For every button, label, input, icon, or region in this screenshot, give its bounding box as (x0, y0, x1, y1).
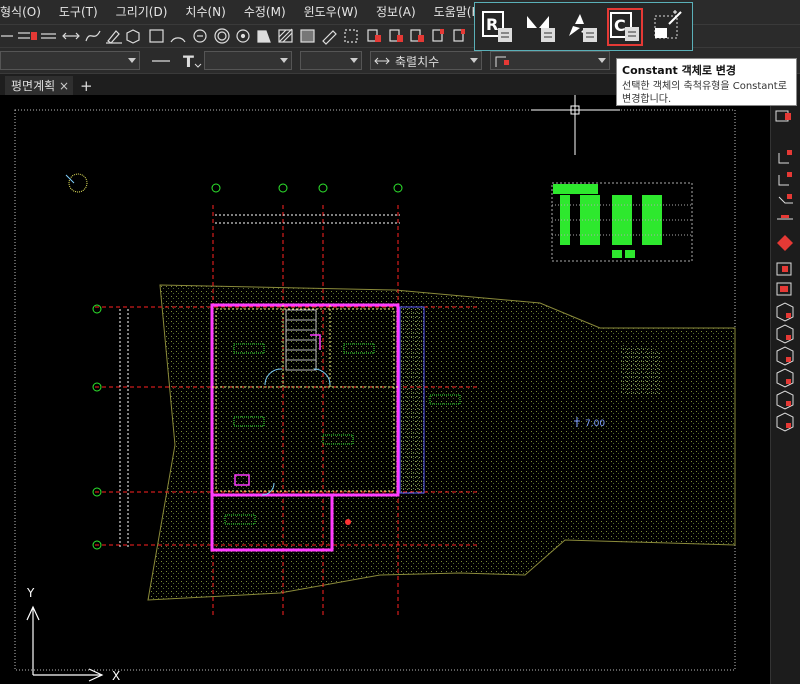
change-to-relative-icon[interactable]: R (480, 8, 516, 46)
change-to-mirror-icon[interactable] (523, 8, 559, 46)
dimension-icon[interactable] (777, 215, 793, 220)
leader-icon[interactable] (778, 150, 792, 164)
text-style-icon[interactable]: T (180, 51, 202, 71)
add-tab-button[interactable]: + (80, 76, 93, 96)
change-to-constant-button[interactable]: C (607, 8, 643, 46)
terrain-patch (620, 345, 660, 395)
menu-dimension[interactable]: 치수(N) (176, 0, 234, 24)
cad-drawing: 7.00 Y X (14, 95, 736, 683)
fill-shape-icon[interactable] (257, 30, 271, 43)
cube-icon[interactable] (776, 412, 794, 432)
menu-info[interactable]: 정보(A) (367, 0, 425, 24)
chevron-down-icon (470, 58, 478, 63)
tab-label: 평면계획 (11, 79, 56, 93)
tab-floor-plan[interactable]: 평면계획 × (5, 76, 73, 96)
hexagon-icon[interactable] (126, 29, 140, 44)
paint-icon[interactable] (322, 30, 337, 45)
hatch-icon[interactable] (278, 28, 293, 43)
elevation-label: 7.00 (585, 419, 605, 429)
pencil-icon[interactable] (106, 30, 122, 44)
svg-text:T: T (183, 52, 194, 71)
layer-combo[interactable] (0, 51, 140, 70)
text-height-combo[interactable] (300, 51, 362, 70)
arrow-line-icon[interactable] (62, 32, 80, 40)
right-toolbar-icons (775, 110, 794, 432)
mirror-icon[interactable] (777, 235, 793, 251)
change-to-rotate-icon[interactable] (565, 8, 601, 46)
menu-draw[interactable]: 그리기(D) (107, 0, 177, 24)
schedule-table (551, 182, 693, 262)
cube-icon[interactable] (776, 390, 794, 410)
cube-icon[interactable] (776, 346, 794, 366)
dimension-style-value: 축렬치수 (395, 55, 440, 69)
dimension-style-combo[interactable]: 축렬치수 (370, 51, 482, 70)
box-icon[interactable] (776, 282, 792, 296)
change-to-constant-icon: C (610, 12, 639, 41)
menu-window[interactable]: 윈도우(W) (295, 0, 367, 24)
cube-icon[interactable] (776, 324, 794, 344)
leader-icon (495, 56, 509, 67)
change-to-custom-icon[interactable] (651, 8, 687, 46)
axis-y-label: Y (26, 586, 35, 600)
leader-style-combo[interactable] (490, 51, 610, 70)
object-d-icon[interactable] (432, 29, 444, 42)
layer-line-icon[interactable] (18, 32, 37, 40)
dashed-rect-icon[interactable] (344, 29, 358, 43)
svg-text:C: C (614, 16, 626, 35)
north-symbol (65, 173, 88, 193)
chevron-down-icon (350, 58, 358, 63)
menu-modify[interactable]: 수정(M) (235, 0, 295, 24)
drawing-canvas[interactable]: 7.00 Y X (0, 95, 770, 684)
cube-icon[interactable] (776, 368, 794, 388)
close-icon[interactable]: × (59, 76, 69, 96)
spline-icon[interactable] (85, 30, 101, 42)
object-c-icon[interactable] (410, 29, 424, 42)
tooltip: Constant 객체로 변경 선택한 객체의 축척유형을 Constant로 … (616, 58, 797, 106)
arc-icon[interactable] (170, 37, 186, 43)
chevron-down-icon (128, 58, 136, 63)
menu-tools[interactable]: 도구(T) (50, 0, 107, 24)
circle-arc-icon[interactable] (193, 29, 207, 43)
double-circle-icon[interactable] (214, 28, 230, 44)
dimension-arrow-icon (374, 57, 390, 65)
tooltip-title: Constant 객체로 변경 (622, 64, 737, 77)
rectangle-icon[interactable] (149, 29, 164, 43)
scale-type-popup: R C (474, 2, 693, 51)
axis-x-label: X (112, 669, 120, 683)
ellipse-icon[interactable] (236, 29, 250, 43)
object-a-icon[interactable] (367, 29, 381, 42)
object-scale-icon[interactable] (775, 110, 791, 122)
object-b-icon[interactable] (389, 29, 403, 42)
linetype-icon[interactable] (148, 52, 174, 70)
pattern-icon[interactable] (300, 29, 315, 43)
svg-text:R: R (486, 15, 498, 34)
double-line-icon[interactable] (41, 33, 56, 39)
chevron-down-icon (598, 58, 606, 63)
site-terrain (147, 284, 736, 601)
leader-icon[interactable] (778, 194, 793, 204)
leader-icon[interactable] (778, 172, 792, 186)
right-toolbar (770, 95, 800, 684)
side-deck (399, 306, 425, 494)
crosshair-cursor (531, 95, 620, 155)
menu-format[interactable]: 형식(O) (0, 0, 50, 24)
object-e-icon[interactable] (453, 29, 465, 42)
tooltip-body: 선택한 객체의 축척유형을 Constant로 변경합니다. (622, 81, 787, 105)
box-icon[interactable] (776, 262, 792, 276)
cube-icon[interactable] (776, 302, 794, 322)
text-style-combo[interactable] (204, 51, 292, 70)
chevron-down-icon (280, 58, 288, 63)
marker-dot (345, 519, 351, 525)
